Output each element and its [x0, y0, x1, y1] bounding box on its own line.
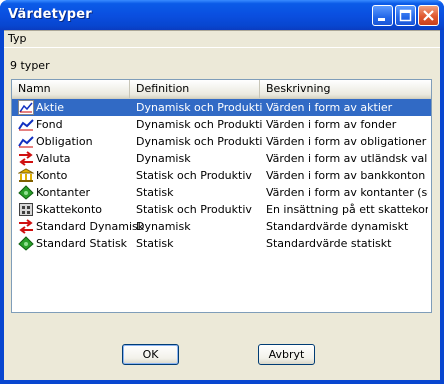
list-row-4[interactable]: Valuta Dynamisk Värden i form av utländsk …	[12, 150, 431, 167]
row-name: Valuta	[36, 152, 71, 165]
tax-account-icon	[18, 202, 34, 217]
type-count-label: 9 typer	[10, 59, 50, 72]
menu-item-typ[interactable]: Typ	[8, 32, 27, 45]
column-header-beskrivning[interactable]: Beskrivning	[260, 80, 431, 98]
row-definition: Dynamisk och Produktiv	[136, 118, 262, 131]
row-description: Värden i form av utländsk valuta	[266, 152, 428, 165]
row-name: Kontanter	[36, 186, 90, 199]
dialog-body: Typ 9 typer Namn Definition Beskrivning …	[4, 30, 440, 380]
row-description: En insättning på ett skattekont...	[266, 203, 428, 216]
title-bar[interactable]: Värdetyper	[0, 0, 444, 30]
list-row-6[interactable]: Kontanter Statisk Värden i form av kontant…	[12, 184, 431, 201]
row-definition: Statisk	[136, 237, 174, 250]
window-frame-bottom	[0, 380, 444, 384]
row-description: Standardvärde statiskt	[266, 237, 392, 250]
exchange-arrows-icon	[18, 219, 34, 234]
window-frame-right	[440, 30, 444, 384]
row-definition: Statisk och Produktiv	[136, 203, 252, 216]
ok-button[interactable]: OK	[122, 344, 179, 365]
row-name: Standard Dynamisk	[36, 220, 145, 233]
row-description: Värden i form av bankkonton	[266, 169, 426, 182]
row-name: Obligation	[36, 135, 93, 148]
cancel-button[interactable]: Avbryt	[258, 344, 315, 365]
exchange-arrows-icon	[18, 151, 34, 166]
row-definition: Statisk	[136, 186, 174, 199]
column-header-definition[interactable]: Definition	[130, 80, 260, 98]
list-header: Namn Definition Beskrivning	[12, 80, 431, 99]
row-definition: Statisk och Produktiv	[136, 169, 252, 182]
list-row-7[interactable]: Skattekonto Statisk och Produktiv En insät…	[12, 201, 431, 218]
row-name: Standard Statisk	[36, 237, 128, 250]
list-row-2[interactable]: Fond Dynamisk och Produktiv Värden i form …	[12, 116, 431, 133]
trend-line-icon	[18, 134, 34, 149]
stock-chart-icon	[18, 100, 34, 115]
row-name: Konto	[36, 169, 68, 182]
list-row-3[interactable]: Obligation Dynamisk och Produktiv Värden i…	[12, 133, 431, 150]
row-name: Aktie	[36, 101, 65, 114]
row-description: Värden i form av kontanter (sed...	[266, 186, 428, 199]
bank-icon	[17, 168, 35, 183]
banknote-icon	[18, 236, 34, 251]
row-definition: Dynamisk och Produktiv	[136, 101, 262, 114]
row-definition: Dynamisk	[136, 220, 191, 233]
dialog-window: Värdetyper Typ 9 typer Namn Definition B…	[0, 0, 444, 384]
list-row-8[interactable]: Standard Dynamisk Dynamisk Standardvärde d…	[12, 218, 431, 235]
menu-bar: Typ	[4, 30, 440, 48]
trend-line-icon	[18, 117, 34, 132]
list-row-9[interactable]: Standard Statisk Statisk Standardvärde sta…	[12, 235, 431, 252]
row-description: Standardvärde dynamiskt	[266, 220, 409, 233]
row-name: Skattekonto	[36, 203, 103, 216]
list-row-1[interactable]: Aktie Dynamisk och Produktiv Värden i form…	[12, 99, 431, 116]
row-definition: Dynamisk och Produktiv	[136, 135, 262, 148]
row-description: Värden i form av aktier	[266, 101, 393, 114]
banknote-icon	[18, 185, 34, 200]
row-description: Värden i form av obligationer	[266, 135, 427, 148]
list-row-5[interactable]: Konto Statisk och Produktiv Värden i form …	[12, 167, 431, 184]
close-button[interactable]	[418, 5, 439, 26]
row-name: Fond	[36, 118, 63, 131]
maximize-icon	[399, 9, 412, 22]
column-header-namn[interactable]: Namn	[12, 80, 130, 98]
row-definition: Dynamisk	[136, 152, 191, 165]
maximize-button[interactable]	[395, 5, 416, 26]
value-types-list[interactable]: Namn Definition Beskrivning Aktie Dynamis…	[11, 79, 432, 313]
row-description: Värden i form av fonder	[266, 118, 397, 131]
close-icon	[423, 10, 434, 21]
minimize-icon	[378, 18, 385, 21]
minimize-button[interactable]	[372, 5, 393, 26]
window-title: Värdetyper	[8, 7, 92, 22]
